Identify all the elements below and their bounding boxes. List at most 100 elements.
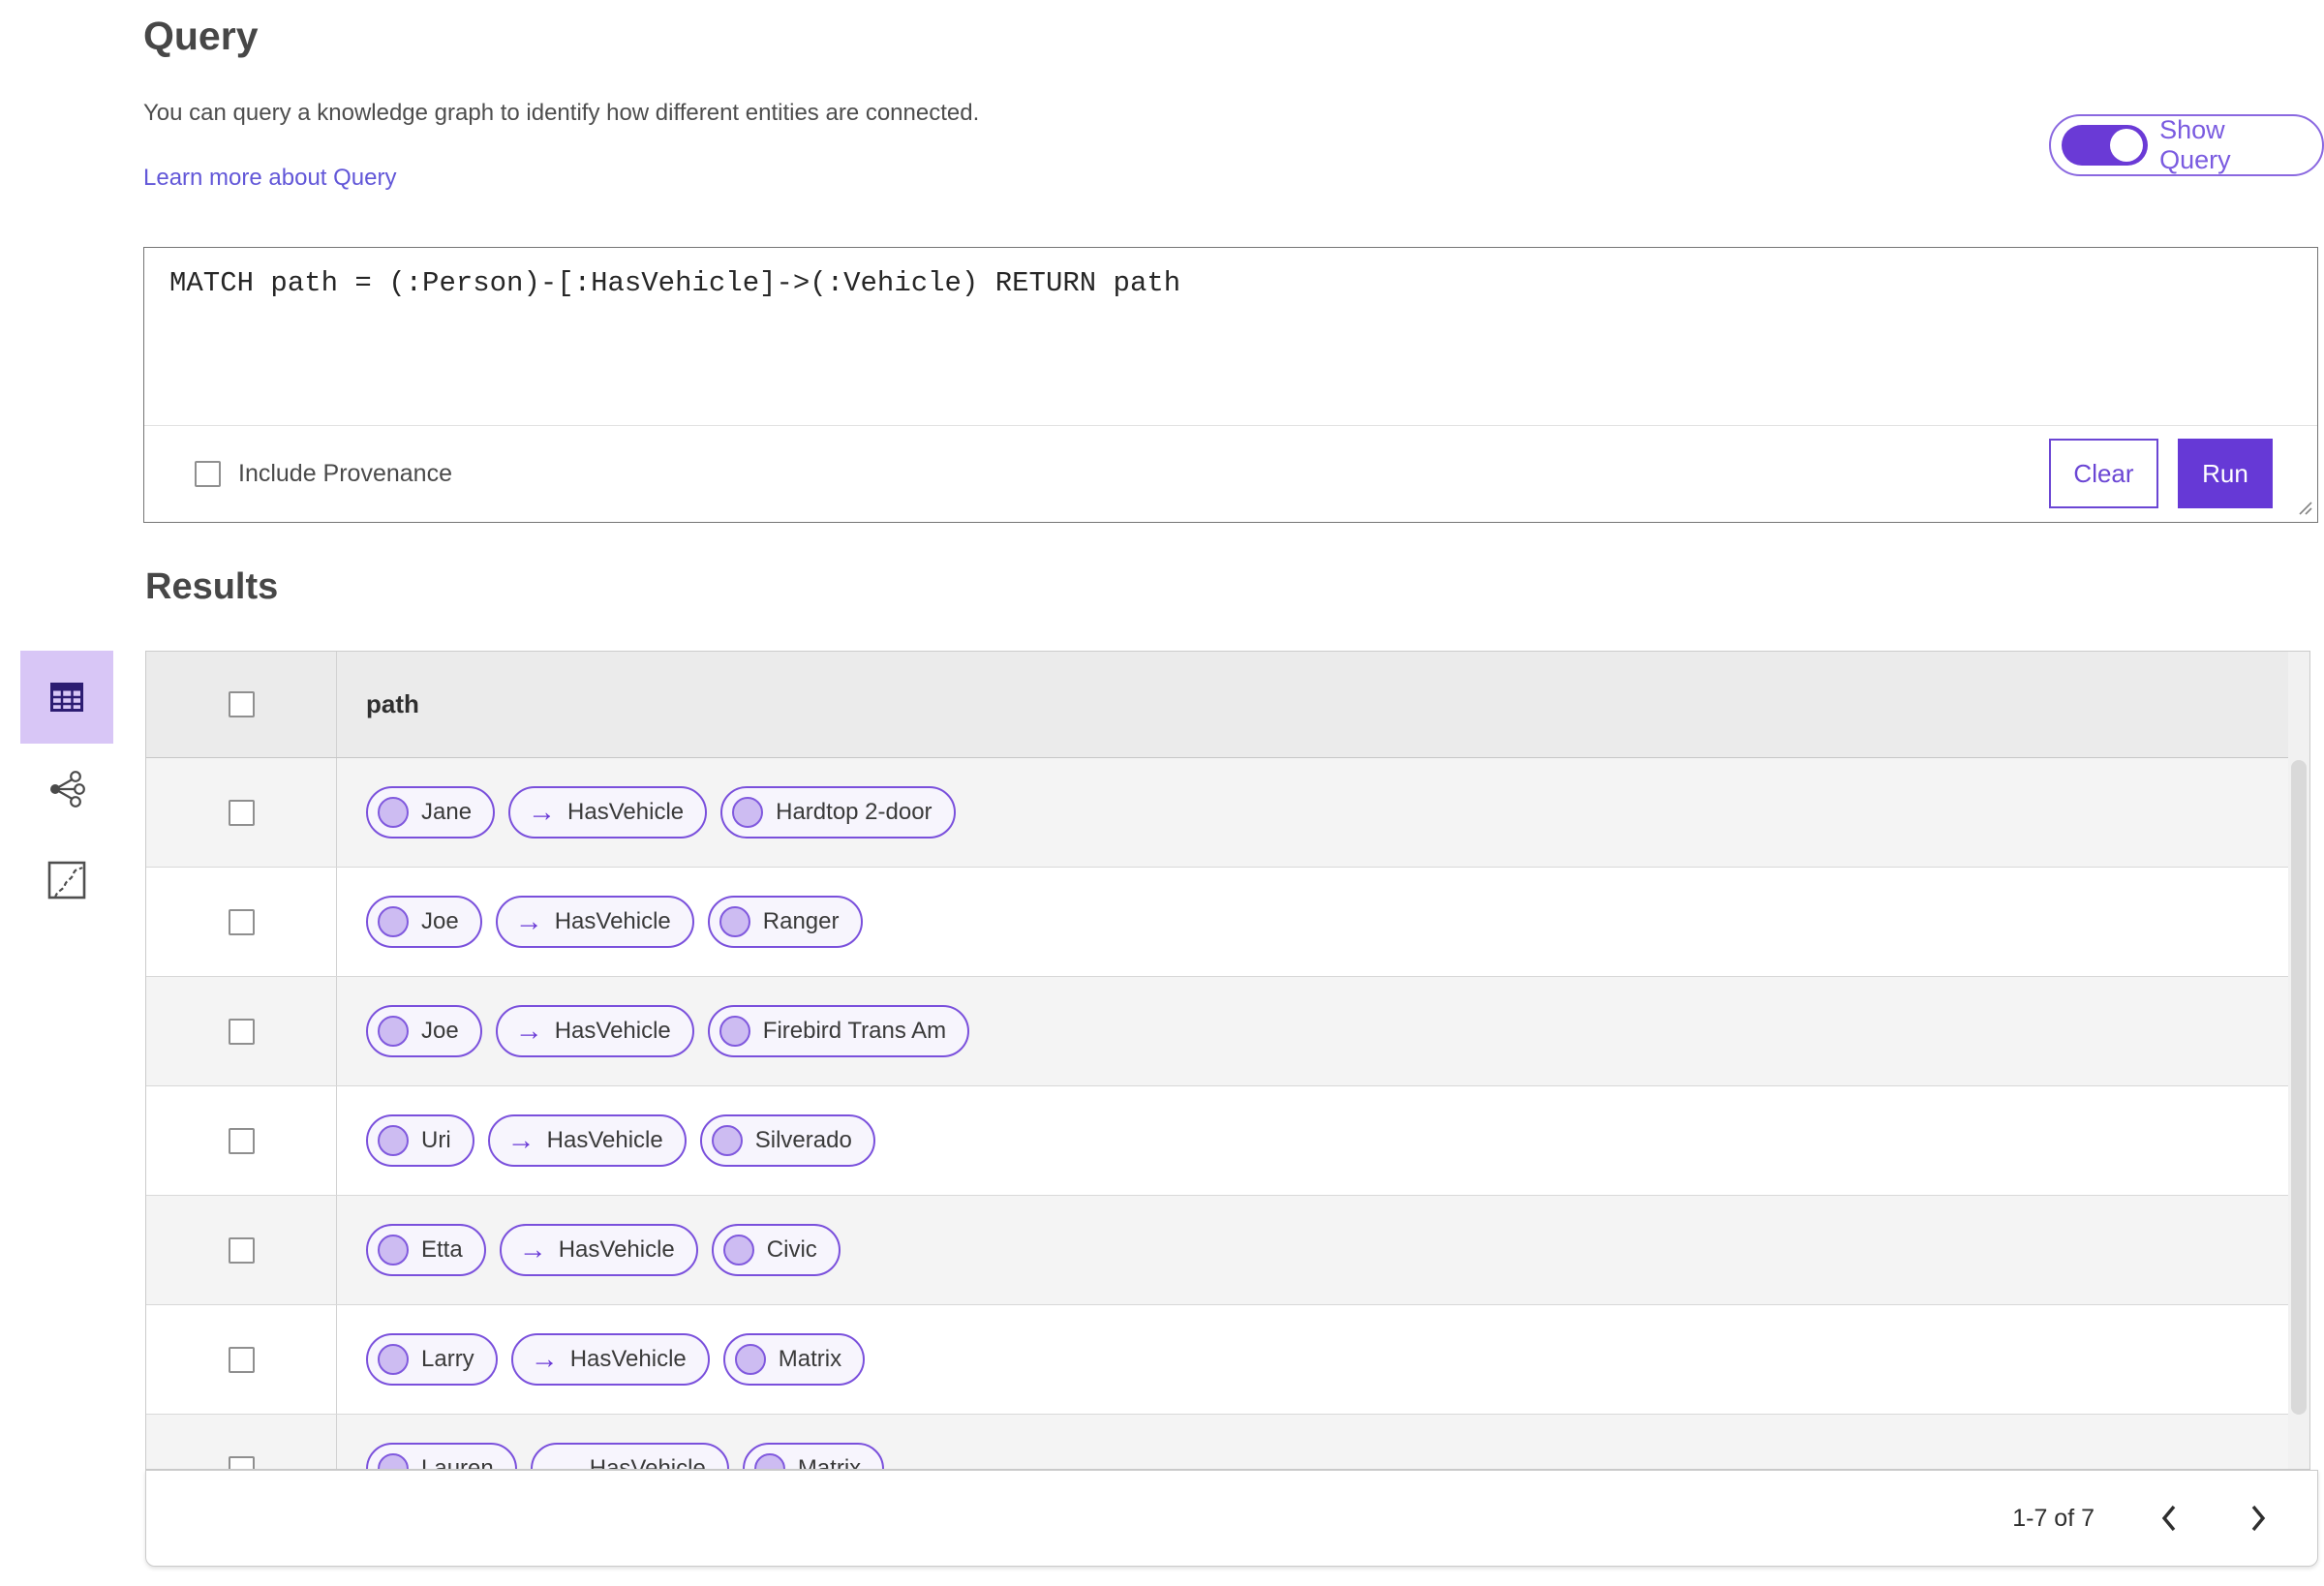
row-checkbox-cell: [146, 1305, 337, 1414]
row-checkbox-cell: [146, 1196, 337, 1304]
relationship-chip[interactable]: → HasVehicle: [508, 786, 708, 839]
row-path-cell: Larry → HasVehicle Matrix: [337, 1305, 2309, 1414]
relationship-label: HasVehicle: [569, 1346, 687, 1372]
page-title: Query: [143, 14, 259, 58]
entity-label: Civic: [766, 1236, 817, 1263]
entity-label: Hardtop 2-door: [776, 799, 933, 825]
query-panel-footer: Include Provenance Clear Run: [144, 426, 2317, 521]
include-provenance-label: Include Provenance: [238, 459, 452, 487]
toggle-switch-icon[interactable]: [2062, 125, 2149, 166]
relationship-chip[interactable]: → HasVehicle: [495, 1005, 694, 1057]
entity-chip[interactable]: Matrix: [722, 1333, 866, 1386]
map-view-button[interactable]: [41, 854, 93, 906]
entity-node-icon: [378, 1125, 409, 1156]
entity-label: Etta: [421, 1236, 463, 1263]
table-row: Larry → HasVehicle Matrix: [146, 1305, 2309, 1415]
relationship-chip[interactable]: → HasVehicle: [487, 1114, 687, 1167]
entity-chip[interactable]: Hardtop 2-door: [720, 786, 956, 839]
arrow-right-icon: →: [514, 1015, 543, 1047]
arrow-right-icon: →: [514, 905, 543, 937]
show-query-toggle[interactable]: Show Query: [2049, 114, 2324, 176]
row-checkbox[interactable]: [228, 1018, 255, 1045]
header-path-cell: path: [337, 652, 2309, 757]
row-checkbox-cell: [146, 1415, 337, 1469]
row-checkbox[interactable]: [228, 1455, 255, 1469]
entity-node-icon: [722, 1235, 754, 1266]
table-scrollbar[interactable]: [2288, 652, 2309, 1469]
relationship-chip[interactable]: → HasVehicle: [510, 1333, 710, 1386]
row-checkbox[interactable]: [228, 908, 255, 935]
entity-chip[interactable]: Joe: [366, 896, 482, 948]
link-chart-view-button[interactable]: [41, 763, 93, 815]
entity-node-icon: [719, 1016, 750, 1047]
page-description: You can query a knowledge graph to ident…: [143, 100, 980, 126]
entity-chip[interactable]: Matrix: [742, 1443, 885, 1469]
entity-chip[interactable]: Etta: [366, 1224, 486, 1276]
relationship-label: HasVehicle: [558, 1236, 675, 1263]
row-path-cell: Etta → HasVehicle Civic: [337, 1196, 2309, 1304]
entity-chip[interactable]: Uri: [366, 1114, 474, 1167]
row-checkbox[interactable]: [228, 799, 255, 826]
entity-chip[interactable]: Silverado: [699, 1114, 875, 1167]
entity-label: Larry: [421, 1346, 474, 1372]
entity-node-icon: [719, 906, 750, 937]
row-checkbox-cell: [146, 1086, 337, 1195]
entity-label: Uri: [421, 1127, 451, 1153]
table-row: Lauren → HasVehicle Matrix: [146, 1415, 2309, 1469]
show-query-label: Show Query: [2159, 115, 2231, 174]
entity-node-icon: [378, 797, 409, 828]
entity-node-icon: [753, 1453, 785, 1469]
previous-page-button[interactable]: [2155, 1498, 2184, 1539]
link-chart-icon: [50, 771, 85, 808]
row-path-cell: Joe → HasVehicle Ranger: [337, 868, 2309, 976]
relationship-label: HasVehicle: [546, 1127, 663, 1153]
relationship-chip[interactable]: → HasVehicle: [530, 1443, 729, 1469]
clear-button[interactable]: Clear: [2049, 439, 2158, 508]
entity-node-icon: [734, 1344, 766, 1375]
row-path-cell: Jane → HasVehicle Hardtop 2-door: [337, 758, 2309, 867]
table-row: Etta → HasVehicle Civic: [146, 1196, 2309, 1305]
table-row: Uri → HasVehicle Silverado: [146, 1086, 2309, 1196]
select-all-checkbox[interactable]: [228, 691, 255, 717]
row-checkbox-cell: [146, 977, 337, 1085]
row-checkbox-cell: [146, 758, 337, 867]
table-row: Joe → HasVehicle Firebird Trans Am: [146, 977, 2309, 1086]
relationship-label: HasVehicle: [567, 799, 685, 825]
row-checkbox[interactable]: [228, 1236, 255, 1264]
entity-chip[interactable]: Joe: [366, 1005, 482, 1057]
learn-more-link[interactable]: Learn more about Query: [143, 165, 396, 192]
entity-node-icon: [378, 906, 409, 937]
resize-handle-icon[interactable]: [2296, 499, 2313, 516]
arrow-right-icon: →: [506, 1124, 535, 1156]
relationship-chip[interactable]: → HasVehicle: [499, 1224, 698, 1276]
row-path-cell: Joe → HasVehicle Firebird Trans Am: [337, 977, 2309, 1085]
include-provenance-checkbox[interactable]: [195, 460, 221, 487]
table-row: Jane → HasVehicle Hardtop 2-door: [146, 758, 2309, 868]
run-button[interactable]: Run: [2178, 439, 2273, 508]
entity-node-icon: [378, 1344, 409, 1375]
entity-chip[interactable]: Civic: [711, 1224, 841, 1276]
table-view-button[interactable]: [20, 651, 113, 744]
chevron-right-icon: [2251, 1505, 2266, 1532]
pagination-range: 1-7 of 7: [2012, 1504, 2095, 1532]
row-path-cell: Uri → HasVehicle Silverado: [337, 1086, 2309, 1195]
query-panel: MATCH path = (:Person)-[:HasVehicle]->(:…: [143, 247, 2318, 523]
arrow-right-icon: →: [528, 796, 557, 828]
entity-chip[interactable]: Jane: [366, 786, 496, 839]
row-checkbox[interactable]: [228, 1346, 255, 1373]
scrollbar-thumb[interactable]: [2291, 760, 2307, 1415]
entity-chip[interactable]: Ranger: [707, 896, 863, 948]
next-page-button[interactable]: [2244, 1498, 2273, 1539]
query-input[interactable]: MATCH path = (:Person)-[:HasVehicle]->(:…: [144, 248, 2317, 426]
row-path-cell: Lauren → HasVehicle Matrix: [337, 1415, 2309, 1469]
entity-chip[interactable]: Firebird Trans Am: [707, 1005, 970, 1057]
relationship-chip[interactable]: → HasVehicle: [495, 896, 694, 948]
table-body: Jane → HasVehicle Hardtop 2-door Joe → H…: [146, 758, 2309, 1469]
arrow-right-icon: →: [530, 1343, 559, 1375]
entity-chip[interactable]: Lauren: [366, 1443, 517, 1469]
row-checkbox-cell: [146, 868, 337, 976]
entity-chip[interactable]: Larry: [366, 1333, 498, 1386]
row-checkbox[interactable]: [228, 1127, 255, 1154]
results-table: path Jane → HasVehicle Hardtop 2-door Jo…: [145, 651, 2310, 1470]
entity-node-icon: [732, 797, 764, 828]
